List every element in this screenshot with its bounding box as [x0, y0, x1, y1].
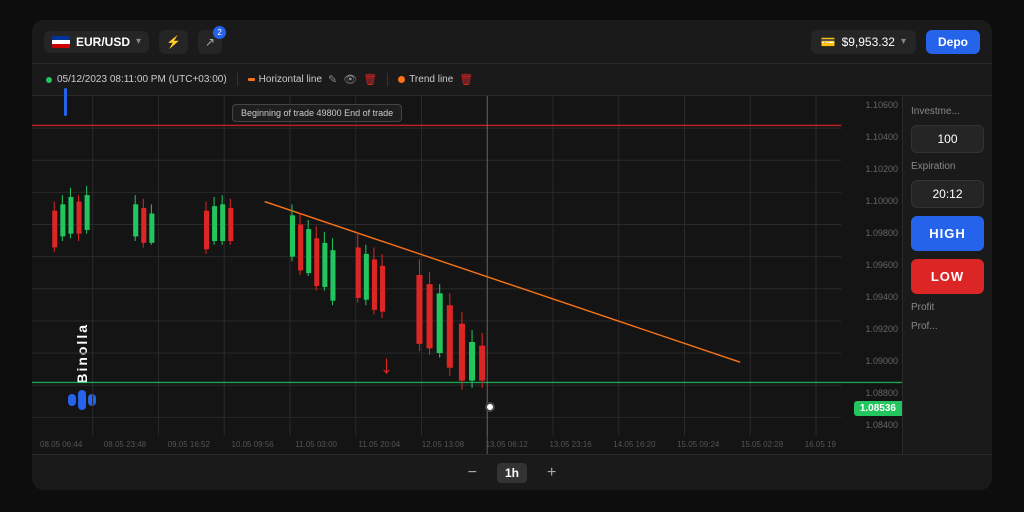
price-label-0: 1.10600 — [848, 100, 898, 110]
investment-label: Investme... — [911, 106, 984, 117]
chart-toolbar: 05/12/2023 08:11:00 PM (UTC+03:00) Horiz… — [32, 64, 992, 96]
timeframe-1h[interactable]: 1h — [497, 463, 527, 483]
chart-svg — [32, 96, 902, 454]
datetime-text: 05/12/2023 08:11:00 PM (UTC+03:00) — [57, 74, 227, 85]
time-7: 13.05 06:12 — [486, 440, 528, 449]
price-label-4: 1.09800 — [848, 228, 898, 238]
wallet-icon: 💳 — [821, 35, 836, 49]
tools-button[interactable]: ↗ 2 — [198, 30, 222, 54]
edit-icon[interactable]: ✎ — [328, 73, 337, 86]
low-button[interactable]: LOW — [911, 259, 984, 294]
expiration-label: Expiration — [911, 161, 984, 172]
time-9: 14.05 16:20 — [613, 440, 655, 449]
tools-badge: 2 — [213, 26, 226, 39]
datetime-display: 05/12/2023 08:11:00 PM (UTC+03:00) — [46, 74, 227, 85]
price-label-9: 1.08800 — [848, 388, 898, 398]
time-12: 16.05 19 — [805, 440, 836, 449]
chart-area: Beginning of trade 49800 End of trade ↓ … — [32, 96, 902, 454]
tooltip-text: Beginning of trade 49800 End of trade — [241, 108, 393, 118]
profit-label: Profit — [911, 302, 984, 313]
time-10: 15.05 09:24 — [677, 440, 719, 449]
high-button[interactable]: HIGH — [911, 216, 984, 251]
down-arrow: ↓ — [380, 351, 393, 377]
time-2: 09.05 16:52 — [168, 440, 210, 449]
pair-selector[interactable]: EUR/USD ▾ — [44, 31, 149, 53]
price-label-10: 1.08400 — [848, 420, 898, 430]
price-label-7: 1.09200 — [848, 324, 898, 334]
time-11: 15.05 02:28 — [741, 440, 783, 449]
hline-label: Horizontal line — [248, 74, 322, 85]
price-dot — [485, 402, 495, 412]
chevron-down-icon: ▾ — [136, 36, 141, 47]
xaxis: 08.05 06:44 08.05 23:48 09.05 16:52 10.0… — [32, 434, 844, 454]
tline-trash-icon[interactable]: 🗑 — [459, 73, 473, 86]
timeframe-plus[interactable]: + — [543, 464, 560, 482]
time-3: 10.05 09:56 — [231, 440, 273, 449]
time-5: 11.05 20:04 — [359, 440, 401, 449]
investment-input[interactable]: 100 — [911, 125, 984, 153]
balance-display[interactable]: 💳 $9,953.32 ▾ — [811, 30, 916, 54]
price-label-5: 1.09600 — [848, 260, 898, 270]
tline-label: Trend line — [398, 74, 453, 85]
hline-dot — [248, 78, 255, 81]
right-panel: Investme... 100 Expiration 20:12 HIGH LO… — [902, 96, 992, 454]
balance-value: $9,953.32 — [842, 35, 895, 49]
trash-icon[interactable]: 🗑 — [363, 73, 377, 86]
profit-sub-label: Prof... — [911, 321, 984, 332]
pair-label: EUR/USD — [76, 35, 130, 49]
balance-chevron: ▾ — [901, 36, 906, 47]
price-label-2: 1.10200 — [848, 164, 898, 174]
tool-group-hline: Horizontal line ✎ 👁 🗑 — [237, 73, 378, 86]
expiration-input[interactable]: 20:12 — [911, 180, 984, 208]
live-dot — [46, 77, 52, 83]
price-label-8: 1.09000 — [848, 356, 898, 366]
time-0: 08.05 06:44 — [40, 440, 82, 449]
price-label-3: 1.10000 — [848, 196, 898, 206]
tool-group-tline: Trend line 🗑 — [387, 73, 473, 86]
price-label-6: 1.09400 — [848, 292, 898, 302]
time-8: 13.05 23:16 — [549, 440, 591, 449]
time-4: 11.05 03:00 — [295, 440, 337, 449]
timeframe-minus[interactable]: − — [464, 464, 481, 482]
eye-icon[interactable]: 👁 — [343, 73, 357, 86]
timeframe-bar: − 1h + — [32, 454, 992, 490]
topbar: EUR/USD ▾ ⚡ ↗ 2 💳 $9,953.32 ▾ Depo — [32, 20, 992, 64]
trade-tooltip: Beginning of trade 49800 End of trade — [232, 104, 402, 122]
time-6: 12.05 13:08 — [422, 440, 464, 449]
chart-icon: ⚡ — [166, 35, 181, 49]
time-1: 08.05 23:48 — [104, 440, 146, 449]
deposit-button[interactable]: Depo — [926, 30, 980, 54]
price-label-1: 1.10400 — [848, 132, 898, 142]
eur-flag — [52, 36, 70, 48]
indicators-button[interactable]: ⚡ — [159, 30, 188, 54]
main-area: EUR/USD ▾ ⚡ ↗ 2 💳 $9,953.32 ▾ Depo 0 — [32, 20, 992, 490]
yaxis: 1.10600 1.10400 1.10200 1.10000 1.09800 … — [844, 96, 902, 434]
tline-dot — [398, 76, 405, 83]
chart-content: Beginning of trade 49800 End of trade ↓ … — [32, 96, 992, 454]
